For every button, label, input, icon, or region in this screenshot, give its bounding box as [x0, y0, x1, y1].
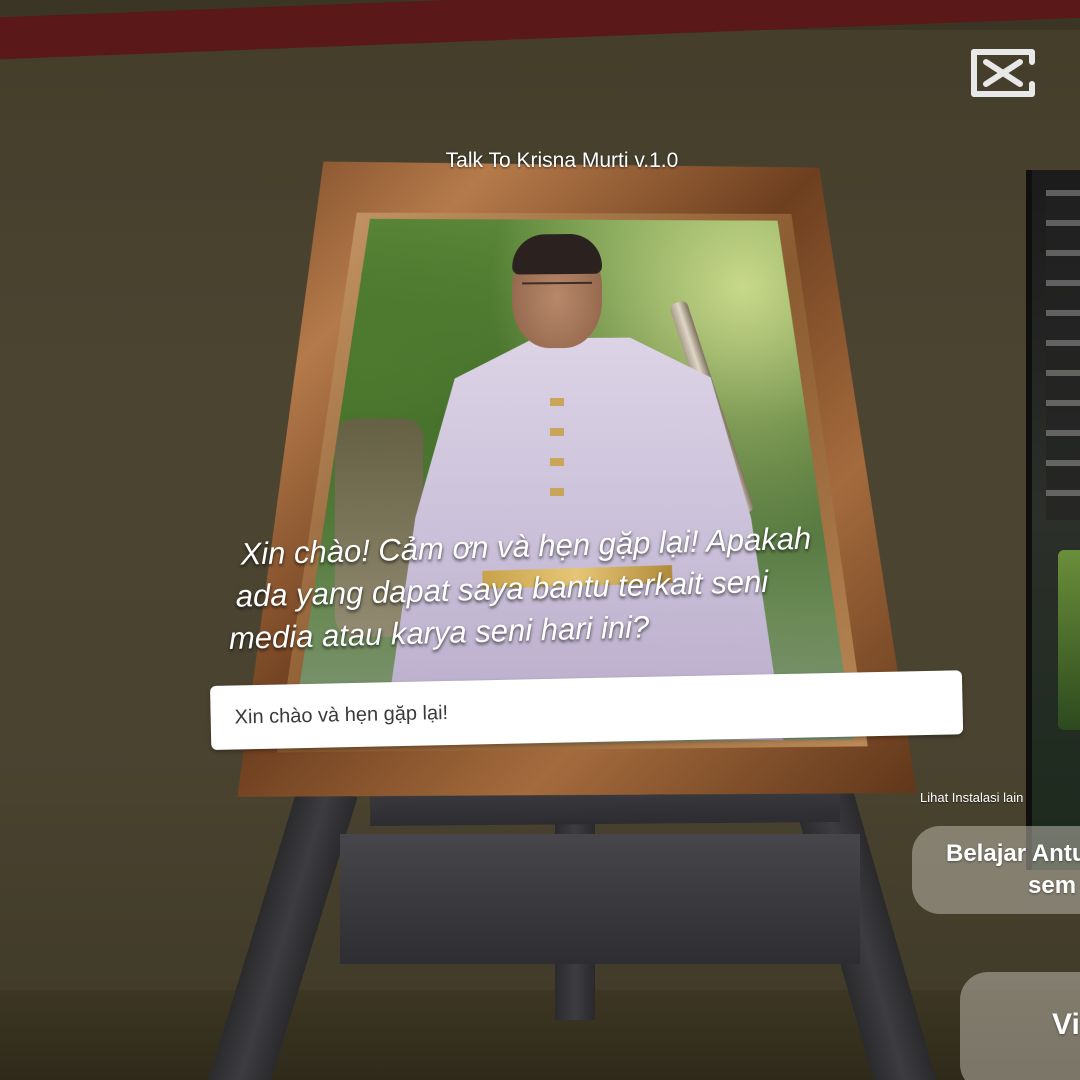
- other-installations-label: Lihat Instalasi lain: [920, 790, 1023, 805]
- secondary-nav-button-label: Vi: [1052, 1008, 1080, 1042]
- learn-button-label-line1: Belajar Antu: [946, 840, 1080, 868]
- capcut-logo-icon: [968, 44, 1038, 102]
- doorway-railing: [1046, 190, 1080, 520]
- vr-gallery-scene: Talk To Krisna Murti v.1.0 Xin chào! Cảm…: [0, 0, 1080, 1080]
- portrait-figure-buttons: [550, 398, 564, 518]
- learn-button-label-line2: sem: [1028, 872, 1076, 900]
- app-title: Talk To Krisna Murti v.1.0: [397, 149, 727, 173]
- portrait-figure-glasses: [522, 282, 592, 297]
- portrait-figure-hair: [512, 234, 602, 275]
- easel-lower-bar: [340, 834, 860, 964]
- npc-dialogue: Xin chào! Cảm ơn và hẹn gặp lại! Apakah …: [226, 514, 929, 659]
- secondary-nav-button[interactable]: Vi: [960, 972, 1080, 1080]
- doorway: [1026, 170, 1080, 870]
- doorway-plant: [1058, 550, 1080, 730]
- learn-button[interactable]: Belajar Antu sem: [912, 826, 1080, 914]
